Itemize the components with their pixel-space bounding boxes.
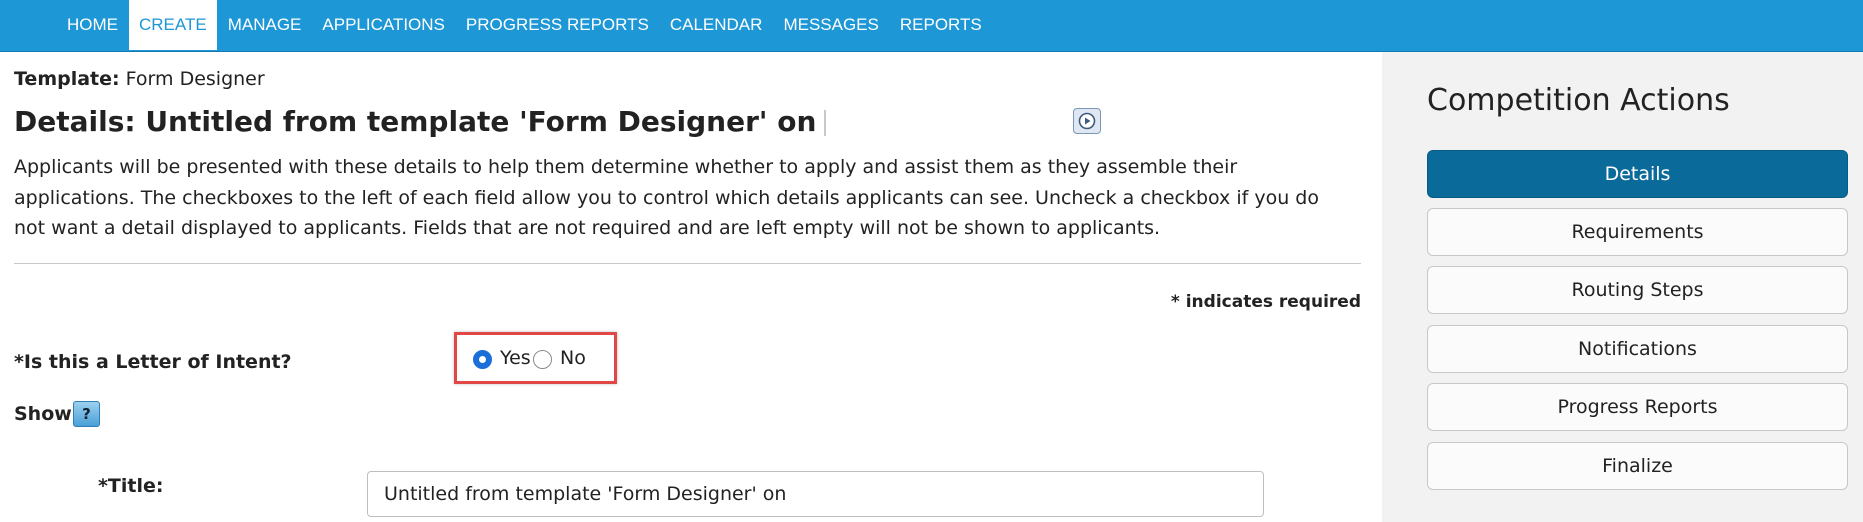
main-content: Template: Form Designer Details: Untitle… — [0, 52, 1382, 522]
nav-calendar[interactable]: CALENDAR — [660, 0, 773, 50]
template-line: Template: Form Designer — [14, 68, 265, 90]
play-circle-icon[interactable] — [1073, 108, 1101, 134]
nav-list: HOME CREATE MANAGE APPLICATIONS PROGRESS… — [57, 0, 993, 52]
nav-reports[interactable]: REPORTS — [890, 0, 992, 50]
sidebar: Competition Actions Details Requirements… — [1382, 52, 1863, 522]
nav-messages[interactable]: MESSAGES — [773, 0, 888, 50]
page-title-text: Details: Untitled from template 'Form De… — [14, 105, 817, 138]
radio-yes[interactable] — [473, 350, 492, 369]
play-circle-icon-graphic — [1078, 112, 1096, 130]
help-icon[interactable]: ? — [73, 401, 100, 427]
page-title: Details: Untitled from template 'Form De… — [14, 105, 827, 138]
top-navigation-bar: HOME CREATE MANAGE APPLICATIONS PROGRESS… — [0, 0, 1863, 52]
sidebar-title: Competition Actions — [1427, 83, 1730, 118]
intro-text: Applicants will be presented with these … — [14, 156, 1319, 239]
details-button[interactable]: Details — [1427, 150, 1848, 198]
template-label: Template: — [14, 68, 120, 90]
radio-no[interactable] — [533, 350, 552, 369]
routing-steps-button[interactable]: Routing Steps — [1427, 266, 1848, 314]
title-label: *Title: — [98, 475, 164, 497]
template-value: Form Designer — [125, 68, 265, 90]
notifications-button[interactable]: Notifications — [1427, 325, 1848, 373]
nav-applications[interactable]: APPLICATIONS — [312, 0, 455, 50]
nav-home[interactable]: HOME — [57, 0, 128, 50]
required-note: * indicates required — [1170, 292, 1361, 312]
nav-create[interactable]: CREATE — [129, 0, 217, 50]
radio-no-label[interactable]: No — [560, 347, 586, 369]
letter-of-intent-radio-group: Yes No — [454, 332, 617, 384]
finalize-button[interactable]: Finalize — [1427, 442, 1848, 490]
title-caret — [824, 110, 827, 136]
letter-of-intent-label: *Is this a Letter of Intent? — [14, 351, 292, 373]
show-label: Show — [14, 403, 72, 425]
nav-manage[interactable]: MANAGE — [218, 0, 312, 50]
title-input[interactable] — [367, 471, 1264, 517]
radio-yes-label[interactable]: Yes — [500, 347, 531, 369]
nav-progress-reports[interactable]: PROGRESS REPORTS — [456, 0, 659, 50]
requirements-button[interactable]: Requirements — [1427, 208, 1848, 256]
divider — [14, 263, 1361, 264]
progress-reports-button[interactable]: Progress Reports — [1427, 383, 1848, 431]
